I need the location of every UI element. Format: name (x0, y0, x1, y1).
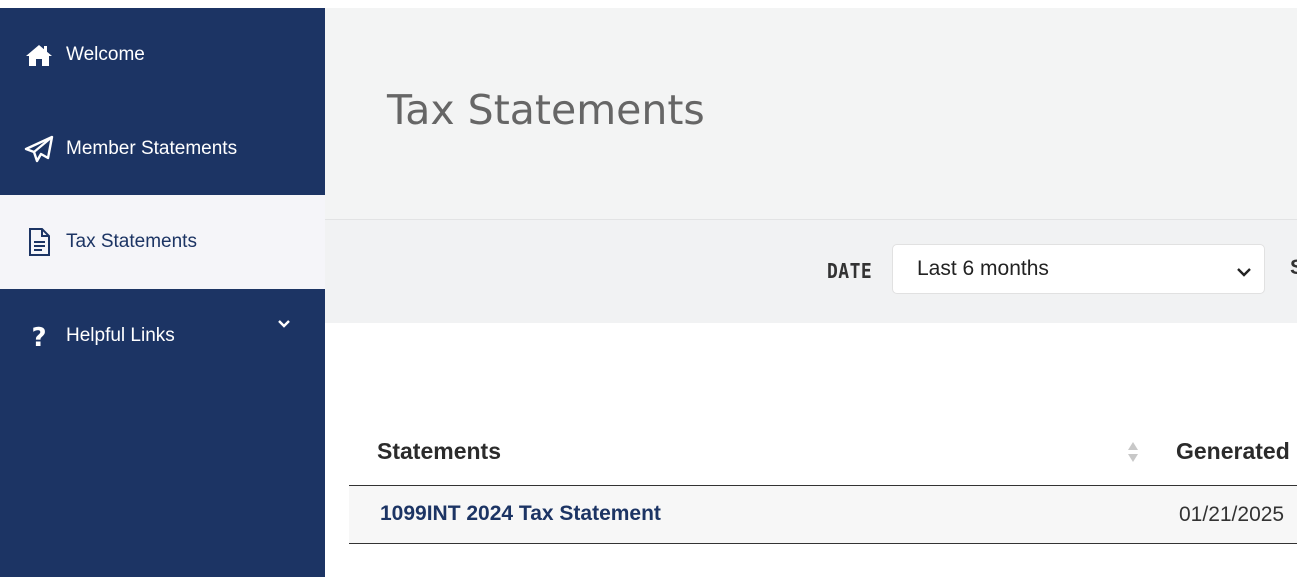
date-filter-label: DATE (827, 259, 873, 283)
table-header-row: Statements Generated (349, 424, 1297, 486)
chevron-down-icon[interactable] (275, 315, 293, 333)
home-icon (24, 40, 54, 70)
statement-link[interactable]: 1099INT 2024 Tax Statement (380, 502, 661, 526)
date-filter-value: Last 6 months (917, 257, 1049, 280)
sidebar-item-helpful-links[interactable]: ? Helpful Links (0, 289, 325, 383)
question-icon: ? (24, 321, 54, 351)
page-title: Tax Statements (387, 86, 705, 134)
sidebar-item-label: Helpful Links (66, 325, 175, 346)
page-header: Tax Statements (325, 8, 1297, 220)
sidebar-item-label: Welcome (66, 44, 145, 65)
column-header-generated[interactable]: Generated (1176, 438, 1290, 465)
column-header-statements[interactable]: Statements (377, 438, 501, 465)
sort-icon[interactable] (1125, 439, 1141, 465)
paper-plane-icon (24, 134, 54, 164)
document-icon (24, 227, 54, 257)
generated-date: 01/21/2025 (1179, 503, 1285, 526)
table-row: 1099INT 2024 Tax Statement 01/21/2025 (349, 486, 1297, 544)
sidebar-item-member-statements[interactable]: Member Statements (0, 102, 325, 196)
filter-bar: DATE Last 6 months S (325, 220, 1297, 323)
sidebar-item-label: Tax Statements (66, 231, 197, 252)
sidebar-item-tax-statements[interactable]: Tax Statements (0, 195, 325, 289)
sidebar-item-welcome[interactable]: Welcome (0, 8, 325, 102)
date-filter-select[interactable]: Last 6 months (892, 244, 1265, 294)
next-filter-label: S (1290, 256, 1297, 280)
sidebar-item-label: Member Statements (66, 138, 238, 159)
sidebar: Welcome Member Statements Tax Statements… (0, 8, 325, 577)
svg-text:?: ? (31, 323, 46, 350)
chevron-down-icon (1236, 262, 1252, 278)
